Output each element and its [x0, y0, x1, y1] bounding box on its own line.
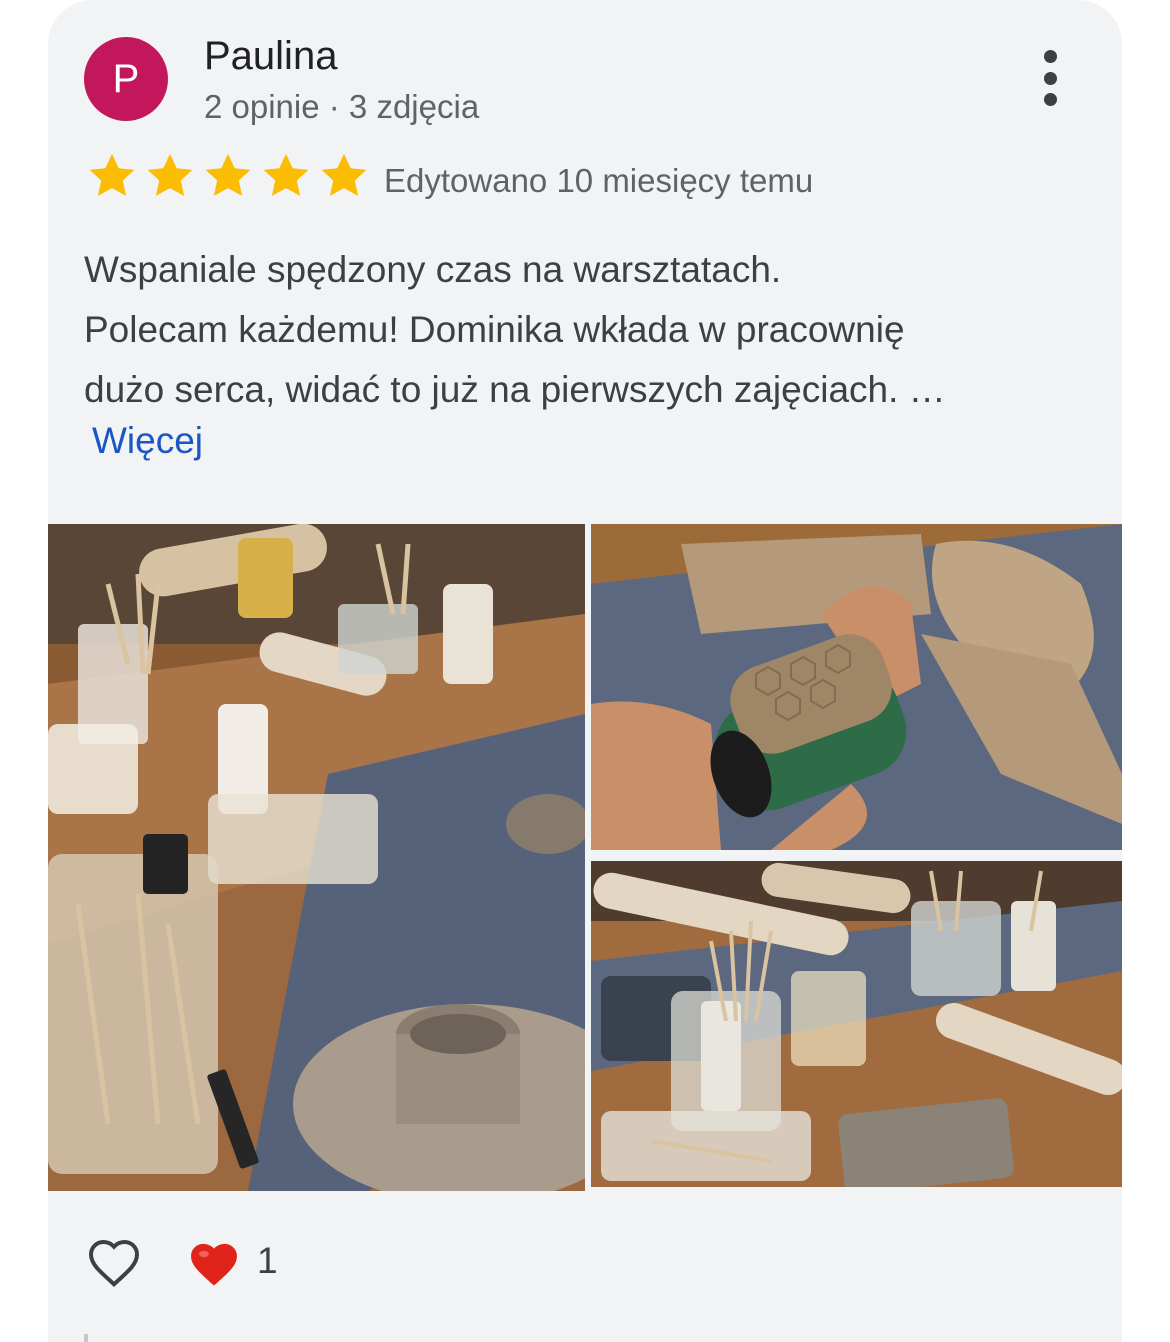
review-text-line: Polecam każdemu! Dominika wkłada w praco… [84, 309, 905, 350]
menu-dot [1043, 93, 1057, 106]
reviewer-name[interactable]: Paulina [204, 34, 337, 79]
reviewer-meta: 2 opinie · 3 zdjęcia [204, 88, 480, 125]
scrollbar[interactable] [84, 1334, 88, 1342]
review-photo-1[interactable] [48, 524, 585, 1191]
avatar[interactable]: P [84, 37, 168, 121]
star-icon [205, 153, 251, 196]
star-icon [321, 153, 367, 196]
star-icon [263, 153, 309, 196]
review-text-line: dużo serca, widać to już na pierwszych z… [84, 369, 946, 410]
menu-dot [1043, 50, 1057, 63]
photo-tools-table [591, 861, 1122, 1187]
like-count: 1 [257, 1240, 278, 1281]
star-icon [147, 153, 193, 196]
menu-dot [1043, 71, 1057, 85]
star-rating [84, 150, 374, 202]
star-icon [89, 153, 135, 196]
photo-workshop-table [48, 524, 585, 1191]
review-photo-3[interactable] [591, 861, 1122, 1187]
edited-timestamp: Edytowano 10 miesięcy temu [384, 162, 814, 199]
review-photo-2[interactable] [591, 524, 1122, 850]
photo-clay-roll [591, 524, 1122, 850]
more-vert-icon[interactable] [1038, 50, 1062, 106]
heart-outline-icon[interactable] [84, 1233, 144, 1289]
review-text-line: Wspaniale spędzony czas na warsztatach. [84, 249, 782, 290]
review-card: P Paulina 2 opinie · 3 zdjęcia Edytowano… [48, 0, 1122, 1342]
more-link[interactable]: Więcej [92, 420, 203, 462]
heart-red-icon[interactable] [187, 1238, 241, 1288]
avatar-initial: P [112, 56, 140, 101]
review-text: Wspaniale spędzony czas na warsztatach. … [84, 240, 1094, 420]
